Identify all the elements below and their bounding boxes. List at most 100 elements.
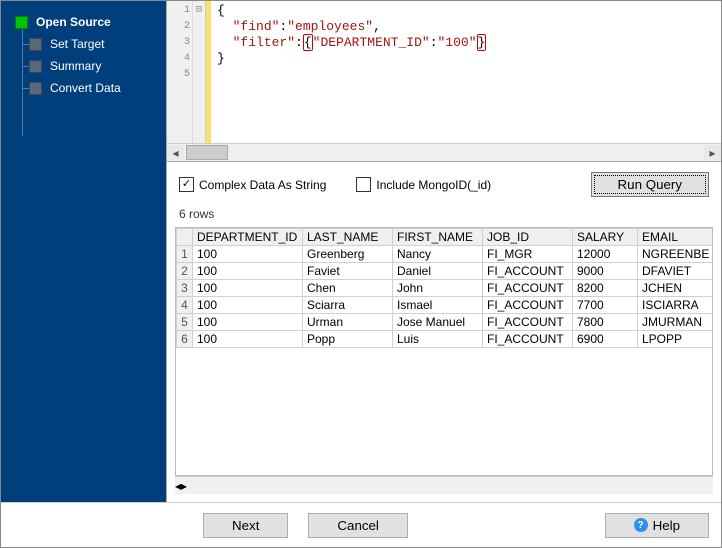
cell[interactable]: Chen	[303, 280, 393, 297]
run-query-button[interactable]: Run Query	[591, 172, 709, 197]
cell[interactable]: FI_ACCOUNT	[483, 331, 573, 348]
scroll-right-icon[interactable]: ▸	[181, 479, 187, 493]
col-header[interactable]: DEPARTMENT_ID	[193, 229, 303, 246]
cell[interactable]: 1	[713, 246, 714, 263]
cell[interactable]: 100	[193, 280, 303, 297]
table-row[interactable]: 5100UrmanJose ManuelFI_ACCOUNT7800JMURMA…	[177, 314, 714, 331]
results-grid[interactable]: DEPARTMENT_ID LAST_NAME FIRST_NAME JOB_I…	[175, 227, 713, 476]
cell[interactable]: Sciarra	[303, 297, 393, 314]
cell[interactable]: 1	[713, 297, 714, 314]
code-area[interactable]: { "find":"employees", "filter":{"DEPARTM…	[211, 1, 492, 143]
next-button[interactable]: Next	[203, 513, 288, 538]
checkbox-icon: ✓	[179, 177, 194, 192]
row-number: 2	[177, 263, 193, 280]
step-icon	[29, 60, 42, 73]
line-number: 5	[167, 67, 190, 83]
line-number: 1	[167, 3, 190, 19]
cell[interactable]: 1	[713, 263, 714, 280]
cell[interactable]: FI_MGR	[483, 246, 573, 263]
editor-hscrollbar[interactable]: ◂ ▸	[167, 143, 721, 161]
cell[interactable]: FI_ACCOUNT	[483, 314, 573, 331]
cell[interactable]: ISCIARRA	[638, 297, 713, 314]
cell[interactable]: 100	[193, 297, 303, 314]
cell[interactable]: 8200	[573, 280, 638, 297]
cell[interactable]: John	[393, 280, 483, 297]
cell[interactable]: 100	[193, 331, 303, 348]
cell[interactable]: FI_ACCOUNT	[483, 280, 573, 297]
col-header[interactable]: SALARY	[573, 229, 638, 246]
cell[interactable]: Jose Manuel	[393, 314, 483, 331]
line-number: 4	[167, 51, 190, 67]
col-header[interactable]: EMAIL	[638, 229, 713, 246]
fold-toggle-icon[interactable]: ⊟	[193, 3, 205, 19]
fold-gutter: ⊟	[192, 1, 205, 143]
cell[interactable]: 7800	[573, 314, 638, 331]
row-count-label: 6 rows	[167, 207, 721, 227]
results-table: DEPARTMENT_ID LAST_NAME FIRST_NAME JOB_I…	[176, 228, 713, 348]
cell[interactable]: JCHEN	[638, 280, 713, 297]
checkbox-icon	[356, 177, 371, 192]
checkbox-label: Include MongoID(_id)	[376, 178, 491, 192]
grid-hscrollbar[interactable]: ◂ ▸	[175, 476, 713, 494]
cell[interactable]: 100	[193, 246, 303, 263]
cell[interactable]: 9000	[573, 263, 638, 280]
editor-gutter: 1 2 3 4 5 ⊟	[167, 1, 206, 143]
table-header-row: DEPARTMENT_ID LAST_NAME FIRST_NAME JOB_I…	[177, 229, 714, 246]
col-header[interactable]: LAST_NAME	[303, 229, 393, 246]
table-row[interactable]: 4100SciarraIsmaelFI_ACCOUNT7700ISCIARRA1	[177, 297, 714, 314]
cell[interactable]: 12000	[573, 246, 638, 263]
scroll-right-icon[interactable]: ▸	[704, 145, 721, 160]
cell[interactable]: 7700	[573, 297, 638, 314]
cell[interactable]: Luis	[393, 331, 483, 348]
col-header[interactable]: FIRST_NAME	[393, 229, 483, 246]
table-row[interactable]: 2100FavietDanielFI_ACCOUNT9000DFAVIET1	[177, 263, 714, 280]
col-header[interactable]: M	[713, 229, 714, 246]
include-mongoid-checkbox[interactable]: Include MongoID(_id)	[356, 177, 491, 192]
main-area: Open Source Set Target Summary Convert D…	[1, 1, 721, 502]
line-number: 2	[167, 19, 190, 35]
cell[interactable]: NGREENBE	[638, 246, 713, 263]
scroll-left-icon[interactable]: ◂	[167, 145, 184, 160]
nav-label: Summary	[50, 59, 101, 73]
nav-set-target[interactable]: Set Target	[1, 33, 166, 55]
checkbox-label: Complex Data As String	[199, 178, 326, 192]
cell[interactable]: Faviet	[303, 263, 393, 280]
complex-data-checkbox[interactable]: ✓ Complex Data As String	[179, 177, 326, 192]
cell[interactable]: 100	[193, 263, 303, 280]
wizard-footer: Next Cancel ? Help	[1, 502, 721, 547]
cell[interactable]: Popp	[303, 331, 393, 348]
query-editor-wrap: 1 2 3 4 5 ⊟ { "find":"employees", "filte…	[167, 1, 721, 162]
query-editor[interactable]: 1 2 3 4 5 ⊟ { "find":"employees", "filte…	[167, 1, 721, 143]
help-label: Help	[653, 518, 680, 533]
cell[interactable]: Greenberg	[303, 246, 393, 263]
cell[interactable]: 6900	[573, 331, 638, 348]
cell[interactable]: DFAVIET	[638, 263, 713, 280]
help-button[interactable]: ? Help	[605, 513, 709, 538]
cell[interactable]: Daniel	[393, 263, 483, 280]
line-numbers: 1 2 3 4 5	[167, 1, 192, 143]
nav-convert-data[interactable]: Convert Data	[1, 77, 166, 99]
cell[interactable]: Ismael	[393, 297, 483, 314]
cell[interactable]: FI_ACCOUNT	[483, 263, 573, 280]
corner-cell	[177, 229, 193, 246]
step-icon	[15, 16, 28, 29]
table-row[interactable]: 1100GreenbergNancyFI_MGR12000NGREENBE1	[177, 246, 714, 263]
cell[interactable]: Urman	[303, 314, 393, 331]
cell[interactable]: LPOPP	[638, 331, 713, 348]
nav-open-source[interactable]: Open Source	[1, 11, 166, 33]
cell[interactable]: JMURMAN	[638, 314, 713, 331]
nav-label: Open Source	[36, 15, 111, 29]
col-header[interactable]: JOB_ID	[483, 229, 573, 246]
cell[interactable]: 1	[713, 280, 714, 297]
cell[interactable]: FI_ACCOUNT	[483, 297, 573, 314]
nav-label: Set Target	[50, 37, 104, 51]
nav-summary[interactable]: Summary	[1, 55, 166, 77]
cell[interactable]: 100	[193, 314, 303, 331]
cell[interactable]: 1	[713, 314, 714, 331]
table-row[interactable]: 3100ChenJohnFI_ACCOUNT8200JCHEN1	[177, 280, 714, 297]
scroll-thumb[interactable]	[186, 145, 228, 160]
cell[interactable]: 1	[713, 331, 714, 348]
cell[interactable]: Nancy	[393, 246, 483, 263]
cancel-button[interactable]: Cancel	[308, 513, 408, 538]
table-row[interactable]: 6100PoppLuisFI_ACCOUNT6900LPOPP1	[177, 331, 714, 348]
